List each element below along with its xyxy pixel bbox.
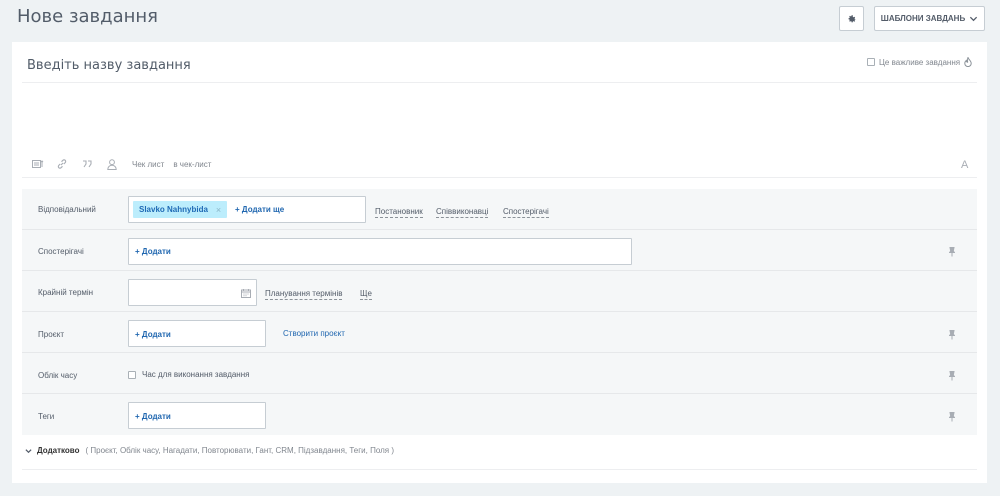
additional-section: Додатково ( Проєкт, Облік часу, Нагадати… <box>25 446 394 455</box>
add-project-link[interactable]: + Додати <box>135 330 171 339</box>
assignee-tag[interactable]: Slavko Nahnybida × <box>133 201 228 218</box>
important-toggle[interactable]: Це важливе завдання <box>867 57 972 67</box>
divider <box>22 469 977 470</box>
add-tag-link[interactable]: + Додати <box>135 412 171 421</box>
observers-row: Спостерігачі + Додати <box>22 230 977 271</box>
responsible-label: Відповідальний <box>38 205 96 214</box>
tags-field[interactable]: + Додати <box>128 402 266 429</box>
tags-row: Теги + Додати <box>22 394 977 435</box>
templates-button[interactable]: ШАБЛОНИ ЗАВДАНЬ <box>874 6 985 31</box>
chevron-down-icon <box>970 16 978 22</box>
font-format-button[interactable]: A <box>961 159 968 171</box>
deadline-row: Крайній термін Планування термінів Ще <box>22 271 977 312</box>
task-form: Це важливе завдання Чек лист в чек-лист … <box>12 42 987 483</box>
project-label: Проєкт <box>38 330 64 339</box>
task-fields: Відповідальний Slavko Nahnybida × + Дода… <box>22 189 977 435</box>
add-more-responsible-link[interactable]: + Додати ще <box>235 205 284 214</box>
task-title-input[interactable] <box>27 55 527 75</box>
add-observer-link[interactable]: + Додати <box>135 247 171 256</box>
pin-icon[interactable] <box>947 246 957 258</box>
page-title: Нове завдання <box>17 6 159 27</box>
tags-label: Теги <box>38 412 55 421</box>
additional-items[interactable]: ( Проєкт, Облік часу, Нагадати, Повторюв… <box>86 446 394 455</box>
responsible-row: Відповідальний Slavko Nahnybida × + Дода… <box>22 189 977 230</box>
chevron-down-icon <box>25 448 32 453</box>
divider <box>22 82 977 83</box>
coexecutors-link[interactable]: Співвиконавці <box>436 207 489 218</box>
time-tracking-label: Облік часу <box>38 371 78 380</box>
pin-icon[interactable] <box>947 329 957 341</box>
checklist-button[interactable]: Чек лист <box>132 160 164 169</box>
time-tracking-row: Облік часу Час для виконання завдання <box>22 353 977 394</box>
pin-icon[interactable] <box>947 370 957 382</box>
deadline-input[interactable] <box>128 279 257 306</box>
settings-button[interactable] <box>839 6 864 31</box>
time-planning-link[interactable]: Планування термінів <box>265 289 343 300</box>
quote-icon[interactable] <box>82 156 107 172</box>
flame-icon <box>964 57 972 67</box>
create-project-link[interactable]: Створити проєкт <box>283 329 345 338</box>
divider <box>22 177 977 178</box>
gear-icon <box>848 15 856 23</box>
time-tracking-checkbox[interactable] <box>128 370 136 379</box>
additional-label: Додатково <box>37 446 80 455</box>
time-tracking-checkbox-label: Час для виконання завдання <box>142 370 250 379</box>
creator-link[interactable]: Постановник <box>375 207 423 218</box>
important-label: Це важливе завдання <box>879 57 961 67</box>
link-icon[interactable] <box>57 156 82 172</box>
calendar-icon[interactable] <box>241 289 251 298</box>
time-tracking-toggle[interactable]: Час для виконання завдання <box>128 370 249 379</box>
to-checklist-button[interactable]: в чек-лист <box>173 160 211 169</box>
remove-assignee-icon[interactable]: × <box>216 205 221 215</box>
observers-field[interactable]: + Додати <box>128 238 632 265</box>
important-checkbox[interactable] <box>867 58 875 66</box>
responsible-field[interactable]: Slavko Nahnybida × + Додати ще <box>128 196 366 223</box>
additional-toggle[interactable]: Додатково <box>25 446 80 455</box>
deadline-more-link[interactable]: Ще <box>360 289 372 300</box>
editor-toolbar: Чек лист в чек-лист <box>32 156 220 172</box>
mention-user-icon[interactable] <box>107 156 132 172</box>
observers-link[interactable]: Спостерігачі <box>503 207 549 218</box>
templates-label: ШАБЛОНИ ЗАВДАНЬ <box>880 14 966 23</box>
observers-label: Спостерігачі <box>38 247 84 256</box>
deadline-label: Крайній термін <box>38 288 94 297</box>
pin-icon[interactable] <box>947 411 957 423</box>
file-upload-icon[interactable] <box>32 156 57 172</box>
assignee-name: Slavko Nahnybida <box>139 205 208 214</box>
project-row: Проєкт + Додати Створити проєкт <box>22 312 977 353</box>
project-field[interactable]: + Додати <box>128 320 266 347</box>
